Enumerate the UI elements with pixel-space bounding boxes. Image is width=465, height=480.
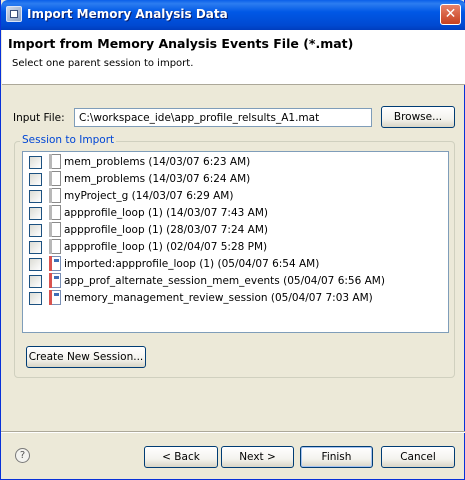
- window-title: Import Memory Analysis Data: [27, 7, 228, 21]
- imported-session-icon: [49, 273, 61, 288]
- footer-divider: [1, 431, 465, 433]
- document-icon: [49, 188, 61, 203]
- session-label: appprofile_loop (1) (14/03/07 7:43 AM): [64, 207, 269, 219]
- title-bar[interactable]: Import Memory Analysis Data ✕: [1, 0, 465, 30]
- document-icon: [49, 205, 61, 220]
- cancel-button[interactable]: Cancel: [381, 446, 455, 468]
- session-label: memory_management_review_session (05/04/…: [64, 292, 373, 304]
- document-icon: [49, 239, 61, 254]
- session-label: mem_problems (14/03/07 6:23 AM): [64, 156, 251, 168]
- document-icon: [49, 154, 61, 169]
- help-icon[interactable]: ?: [15, 448, 30, 463]
- create-new-session-button[interactable]: Create New Session...: [26, 346, 146, 368]
- session-list[interactable]: mem_problems (14/03/07 6:23 AM) mem_prob…: [22, 151, 449, 333]
- session-label: app_prof_alternate_session_mem_events (0…: [64, 275, 385, 287]
- session-label: imported:appprofile_loop (1) (05/04/07 6…: [64, 258, 320, 270]
- input-file-label: Input File:: [13, 112, 65, 124]
- session-label: appprofile_loop (1) (02/04/07 5:28 PM): [64, 241, 268, 253]
- session-checkbox[interactable]: [29, 292, 42, 305]
- imported-session-icon: [49, 256, 61, 271]
- document-icon: [49, 171, 61, 186]
- back-button[interactable]: < Back: [144, 446, 218, 468]
- session-checkbox[interactable]: [29, 224, 42, 237]
- imported-session-icon: [49, 290, 61, 305]
- session-checkbox[interactable]: [29, 275, 42, 288]
- page-title: Import from Memory Analysis Events File …: [8, 36, 354, 51]
- wizard-header: Import from Memory Analysis Events File …: [2, 30, 465, 85]
- document-icon: [49, 222, 61, 237]
- session-checkbox[interactable]: [29, 207, 42, 220]
- session-group-label: Session to Import: [20, 134, 117, 146]
- session-label: appprofile_loop (1) (28/03/07 7:24 AM): [64, 224, 269, 236]
- session-checkbox[interactable]: [29, 190, 42, 203]
- session-checkbox[interactable]: [29, 173, 42, 186]
- session-label: myProject_g (14/03/07 6:29 AM): [64, 190, 234, 202]
- session-checkbox[interactable]: [29, 258, 42, 271]
- session-checkbox[interactable]: [29, 241, 42, 254]
- close-button[interactable]: ✕: [440, 4, 461, 25]
- input-file-field[interactable]: [74, 108, 372, 127]
- page-description: Select one parent session to import.: [12, 58, 194, 69]
- import-dialog: Import Memory Analysis Data ✕ Import fro…: [0, 0, 465, 480]
- browse-button[interactable]: Browse...: [381, 106, 455, 128]
- next-button[interactable]: Next >: [221, 446, 294, 468]
- session-label: mem_problems (14/03/07 6:24 AM): [64, 173, 251, 185]
- session-checkbox[interactable]: [29, 156, 42, 169]
- app-window-icon: [6, 6, 22, 22]
- finish-button[interactable]: Finish: [300, 446, 373, 468]
